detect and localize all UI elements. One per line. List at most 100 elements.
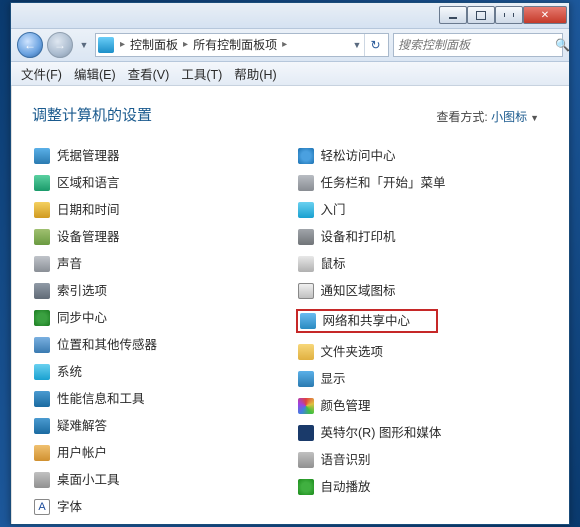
network-sharing-center-icon — [300, 313, 316, 329]
cpl-item-device-manager[interactable]: 设备管理器 — [32, 228, 286, 246]
cpl-item-user-accounts[interactable]: 用户帐户 — [32, 444, 286, 462]
user-accounts-icon — [34, 445, 50, 461]
cpl-item-mouse[interactable]: 鼠标 — [296, 255, 550, 273]
cpl-item-folder-options[interactable]: 文件夹选项 — [296, 343, 550, 361]
cpl-item-taskbar-startmenu[interactable]: 任务栏和「开始」菜单 — [296, 174, 550, 192]
cpl-item-label: 通知区域图标 — [321, 283, 396, 299]
view-mode: 查看方式: 小图标▼ — [436, 108, 539, 125]
cpl-item-label: 设备管理器 — [57, 229, 120, 245]
cpl-item-label: 索引选项 — [57, 283, 107, 299]
search-input[interactable] — [398, 38, 555, 52]
menu-tools[interactable]: 工具(T) — [181, 64, 222, 83]
menu-bar: 文件(F) 编辑(E) 查看(V) 工具(T) 帮助(H) — [11, 62, 569, 86]
history-dropdown[interactable]: ▼ — [77, 40, 91, 50]
region-language-icon — [34, 175, 50, 191]
minimize-button[interactable] — [439, 6, 467, 24]
back-button[interactable]: ← — [17, 32, 43, 58]
cpl-item-color-management[interactable]: 颜色管理 — [296, 397, 550, 415]
troubleshooting-icon — [34, 418, 50, 434]
view-mode-link[interactable]: 小图标▼ — [491, 110, 539, 124]
cpl-item-devices-printers[interactable]: 设备和打印机 — [296, 228, 550, 246]
cpl-item-label: 系统 — [57, 364, 82, 380]
cpl-item-label: 颜色管理 — [321, 398, 371, 414]
taskbar-startmenu-icon — [298, 175, 314, 191]
cpl-item-label: 自动播放 — [321, 479, 371, 495]
content-area: 调整计算机的设置 查看方式: 小图标▼ 凭据管理器区域和语言日期和时间设备管理器… — [11, 86, 569, 524]
forward-button[interactable]: → — [47, 32, 73, 58]
intel-graphics-icon — [298, 425, 314, 441]
autoplay-icon — [298, 479, 314, 495]
device-manager-icon — [34, 229, 50, 245]
maximize-button[interactable] — [467, 6, 495, 24]
cpl-item-date-time[interactable]: 日期和时间 — [32, 201, 286, 219]
cpl-item-label: 桌面小工具 — [57, 472, 120, 488]
cpl-item-label: 日期和时间 — [57, 202, 120, 218]
cpl-item-fonts[interactable]: A字体 — [32, 498, 286, 516]
breadcrumb-seg2[interactable]: 所有控制面板项 — [190, 36, 280, 53]
breadcrumb-arrow[interactable]: ▸ — [118, 39, 127, 50]
refresh-button[interactable]: ↻ — [364, 34, 386, 56]
main-panel: 调整计算机的设置 查看方式: 小图标▼ 凭据管理器区域和语言日期和时间设备管理器… — [12, 86, 569, 524]
menu-edit[interactable]: 编辑(E) — [74, 64, 116, 83]
cpl-item-speech-recognition[interactable]: 语音识别 — [296, 451, 550, 469]
cpl-item-network-sharing-center[interactable]: 网络和共享中心 — [296, 309, 439, 333]
cpl-item-label: 性能信息和工具 — [57, 391, 145, 407]
performance-info-icon — [34, 391, 50, 407]
cpl-item-label: 语音识别 — [321, 452, 371, 468]
menu-file[interactable]: 文件(F) — [21, 64, 62, 83]
breadcrumb-arrow[interactable]: ▸ — [181, 39, 190, 50]
cpl-item-label: 凭据管理器 — [57, 148, 120, 164]
items-grid: 凭据管理器区域和语言日期和时间设备管理器声音索引选项同步中心位置和其他传感器系统… — [32, 147, 549, 516]
cpl-item-region-language[interactable]: 区域和语言 — [32, 174, 286, 192]
menu-view[interactable]: 查看(V) — [128, 64, 170, 83]
cpl-item-label: 区域和语言 — [57, 175, 120, 191]
right-column: 轻松访问中心任务栏和「开始」菜单入门设备和打印机鼠标通知区域图标网络和共享中心文… — [296, 147, 550, 516]
mouse-icon — [298, 256, 314, 272]
cpl-item-label: 声音 — [57, 256, 82, 272]
cpl-item-troubleshooting[interactable]: 疑难解答 — [32, 417, 286, 435]
cpl-item-label: 入门 — [321, 202, 346, 218]
cpl-item-label: 用户帐户 — [57, 445, 107, 461]
cpl-item-label: 疑难解答 — [57, 418, 107, 434]
view-mode-label: 查看方式: — [436, 110, 487, 124]
cpl-item-ease-of-access[interactable]: 轻松访问中心 — [296, 147, 550, 165]
breadcrumb-arrow[interactable]: ▸ — [280, 39, 289, 50]
cpl-item-autoplay[interactable]: 自动播放 — [296, 478, 550, 496]
cpl-item-label: 轻松访问中心 — [321, 148, 396, 164]
close-button[interactable] — [523, 6, 567, 24]
notification-icons-icon — [298, 283, 314, 299]
menu-help[interactable]: 帮助(H) — [234, 64, 276, 83]
cpl-item-sync-center[interactable]: 同步中心 — [32, 309, 286, 327]
cpl-item-getting-started[interactable]: 入门 — [296, 201, 550, 219]
search-box[interactable]: 🔍 — [393, 33, 563, 57]
control-panel-window: ← → ▼ ▸ 控制面板 ▸ 所有控制面板项 ▸ ▼ ↻ 🔍 文件(F) 编辑(… — [10, 2, 570, 525]
cpl-item-location-sensors[interactable]: 位置和其他传感器 — [32, 336, 286, 354]
folder-options-icon — [298, 344, 314, 360]
date-time-icon — [34, 202, 50, 218]
cpl-item-performance-info[interactable]: 性能信息和工具 — [32, 390, 286, 408]
cpl-item-label: 显示 — [321, 371, 346, 387]
fonts-icon: A — [34, 499, 50, 515]
cpl-item-label: 位置和其他传感器 — [57, 337, 157, 353]
cpl-item-label: 文件夹选项 — [321, 344, 384, 360]
cpl-item-label: 鼠标 — [321, 256, 346, 272]
window-titlebar — [11, 3, 569, 29]
cpl-item-notification-icons[interactable]: 通知区域图标 — [296, 282, 550, 300]
address-dropdown[interactable]: ▼ — [350, 40, 364, 50]
getting-started-icon — [298, 202, 314, 218]
cpl-item-indexing-options[interactable]: 索引选项 — [32, 282, 286, 300]
cpl-item-desktop-gadgets[interactable]: 桌面小工具 — [32, 471, 286, 489]
address-bar[interactable]: ▸ 控制面板 ▸ 所有控制面板项 ▸ ▼ ↻ — [95, 33, 389, 57]
credential-manager-icon — [34, 148, 50, 164]
restore-button[interactable] — [495, 6, 523, 24]
navigation-bar: ← → ▼ ▸ 控制面板 ▸ 所有控制面板项 ▸ ▼ ↻ 🔍 — [11, 29, 569, 62]
cpl-item-system[interactable]: 系统 — [32, 363, 286, 381]
cpl-item-label: 英特尔(R) 图形和媒体 — [321, 425, 442, 441]
cpl-item-sound[interactable]: 声音 — [32, 255, 286, 273]
cpl-item-intel-graphics[interactable]: 英特尔(R) 图形和媒体 — [296, 424, 550, 442]
cpl-item-display[interactable]: 显示 — [296, 370, 550, 388]
cpl-item-label: 设备和打印机 — [321, 229, 396, 245]
breadcrumb-seg1[interactable]: 控制面板 — [127, 36, 181, 53]
cpl-item-credential-manager[interactable]: 凭据管理器 — [32, 147, 286, 165]
ease-of-access-icon — [298, 148, 314, 164]
